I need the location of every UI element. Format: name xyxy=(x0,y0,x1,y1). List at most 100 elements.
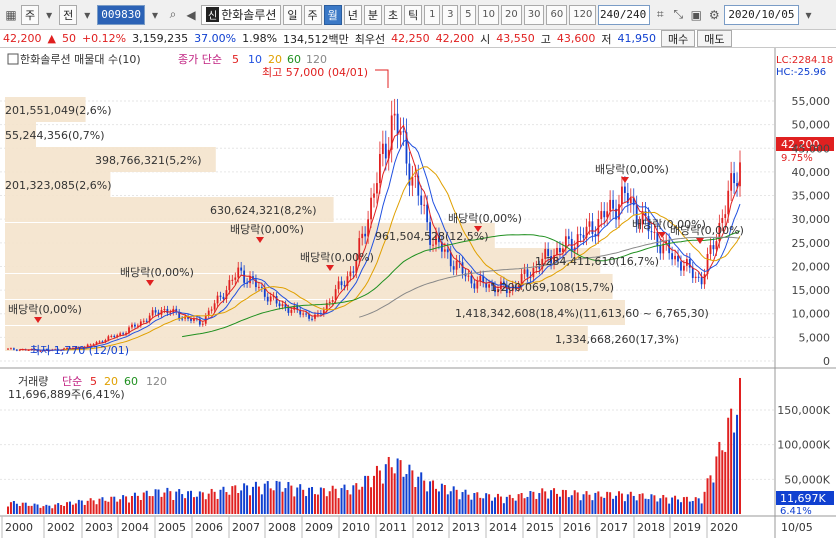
interval-20-button[interactable]: 20 xyxy=(501,4,522,25)
volume-bar xyxy=(724,451,727,514)
ask-label: 최우선 xyxy=(354,32,386,46)
stock-name: 신 한화솔루션 xyxy=(201,4,282,25)
volume-bar xyxy=(573,490,576,514)
volume-bar xyxy=(429,481,432,514)
volume-bar xyxy=(272,490,275,514)
volume-bar xyxy=(77,499,80,514)
speaker-icon[interactable]: ◀ xyxy=(183,6,199,24)
volume-bar xyxy=(426,491,429,514)
volume-bar xyxy=(86,500,89,514)
calendar-icon[interactable]: ▾ xyxy=(801,6,817,24)
volume-bar xyxy=(116,501,119,514)
volume-bar xyxy=(30,505,33,514)
candle-body xyxy=(240,267,243,271)
volume-ma-period: 5 xyxy=(90,375,97,388)
period-week-button[interactable]: 주 xyxy=(303,4,322,25)
layout-icon[interactable]: ▦ xyxy=(3,6,19,24)
candle-body xyxy=(290,309,293,313)
candle-body xyxy=(234,277,237,280)
volume-bar xyxy=(204,499,207,514)
volume-bar xyxy=(364,475,367,514)
candle-body xyxy=(352,271,355,273)
market-select[interactable]: 주 xyxy=(21,4,40,25)
volume-bar xyxy=(597,491,600,514)
chevron-down-icon[interactable]: ▾ xyxy=(147,6,163,24)
stock-chart[interactable]: 201,551,049(2,6%) 55,244,356(0,7%) 398,766… xyxy=(0,48,836,538)
candle-body xyxy=(151,310,154,316)
code-input[interactable]: 009830 xyxy=(97,4,145,25)
volume-bar xyxy=(370,487,373,514)
dividend-label: 배당락(0,00%) xyxy=(448,212,522,225)
x-axis-label: 2019 xyxy=(673,521,701,534)
volume-bar xyxy=(671,497,674,514)
period-minute-button[interactable]: 분 xyxy=(363,4,383,25)
period-month-button[interactable]: 월 xyxy=(323,4,342,25)
volume-bar xyxy=(479,497,482,514)
volume-bar xyxy=(402,476,405,514)
search-icon[interactable]: ⌕ xyxy=(165,6,181,24)
volume-bar xyxy=(541,488,544,514)
volume-bar xyxy=(187,491,190,514)
period-second-button[interactable]: 초 xyxy=(384,4,403,25)
interval-10-button[interactable]: 10 xyxy=(478,4,500,25)
period-tick-button[interactable]: 틱 xyxy=(404,4,423,25)
volume-bar xyxy=(48,505,51,514)
high-value: 43,600 xyxy=(556,32,596,45)
chevron-down-icon[interactable]: ▾ xyxy=(41,6,57,24)
volume-bar xyxy=(674,495,677,514)
prev-select[interactable]: 전 xyxy=(59,4,78,25)
x-axis-label: 2009 xyxy=(305,521,333,534)
volume-bar xyxy=(355,483,358,514)
interval-5-button[interactable]: 5 xyxy=(460,4,477,25)
candle-body xyxy=(576,234,579,248)
volume-bar xyxy=(319,487,322,514)
volume-bar xyxy=(715,456,718,514)
x-axis-label: 2011 xyxy=(379,521,407,534)
candle-body xyxy=(278,303,281,307)
candle-body xyxy=(470,275,473,284)
period-year-button[interactable]: 년 xyxy=(343,4,362,25)
date-input[interactable]: 2020/10/05 xyxy=(724,4,799,25)
volume-bar xyxy=(15,503,18,514)
candle-body xyxy=(426,204,429,223)
interval-3-button[interactable]: 3 xyxy=(442,4,459,25)
volume-ma-period: 20 xyxy=(104,375,118,388)
volume-profile-label: 55,244,356(0,7%) xyxy=(5,129,105,142)
candle-body xyxy=(7,348,9,350)
volume-bar xyxy=(461,492,464,514)
interval-30-button[interactable]: 30 xyxy=(523,4,545,25)
candle-body xyxy=(343,285,346,287)
count-input[interactable]: 240/240 xyxy=(598,4,651,25)
volume-bar xyxy=(588,494,591,514)
save-icon[interactable]: ▣ xyxy=(688,6,704,24)
interval-60-button[interactable]: 60 xyxy=(546,4,568,25)
sell-button[interactable]: 매도 xyxy=(697,30,732,47)
x-axis-label: 2010 xyxy=(342,521,370,534)
candle-body xyxy=(677,255,679,262)
volume-bar xyxy=(178,489,181,514)
candle-body xyxy=(381,143,384,154)
candle-body xyxy=(154,310,157,313)
volume-profile-label: 201,551,049(2,6%) xyxy=(5,104,112,117)
grid-settings-icon[interactable]: ⌗ xyxy=(652,6,668,24)
candle-body xyxy=(166,308,169,314)
buy-button[interactable]: 매수 xyxy=(661,30,696,47)
gear-icon[interactable]: ⚙ xyxy=(706,6,722,24)
candle-body xyxy=(210,309,213,311)
interval-1-button[interactable]: 1 xyxy=(424,4,441,25)
resize-icon[interactable]: ⤡ xyxy=(670,6,686,24)
chevron-down-icon[interactable]: ▾ xyxy=(79,6,95,24)
candle-body xyxy=(703,274,706,285)
volume-bar xyxy=(331,485,334,514)
interval-120-button[interactable]: 120 xyxy=(569,4,597,25)
volume-bar xyxy=(455,489,458,514)
x-axis-label: 2007 xyxy=(232,521,260,534)
period-day-button[interactable]: 일 xyxy=(283,4,302,25)
volume-bar xyxy=(293,496,296,514)
volume-bar xyxy=(240,490,243,514)
lc-label: LC:2284.18 xyxy=(776,55,833,66)
low-note: 최저 1,770 (12/01) xyxy=(30,344,129,357)
candle-body xyxy=(659,245,662,254)
volume-bar xyxy=(225,492,228,514)
volume-bar xyxy=(396,458,399,514)
